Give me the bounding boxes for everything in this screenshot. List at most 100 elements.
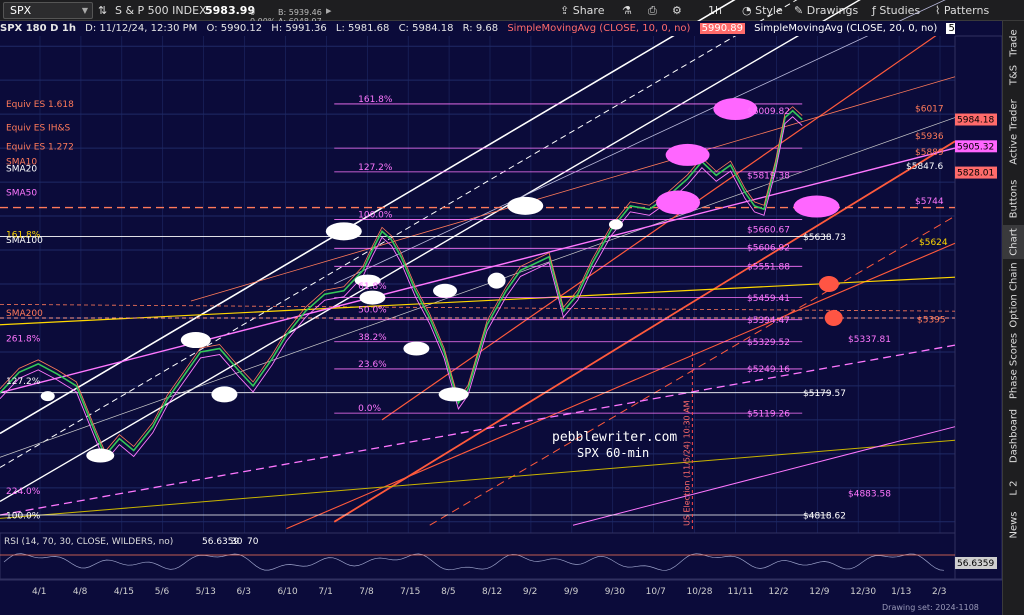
rsi-label: RSI (14, 70, 30, CLOSE, WILDERS, no) — [4, 537, 173, 547]
x-tick-label: 4/8 — [73, 587, 88, 597]
left-level-label: Equiv ES 1.272 — [6, 142, 74, 152]
annotation-ellipse — [608, 219, 623, 230]
annotation-ellipse — [40, 391, 55, 402]
x-tick-label: 9/9 — [564, 587, 579, 597]
fib-percent-label: 100.0% — [358, 210, 393, 220]
price-axis-badge-label: 5984.18 — [957, 116, 994, 126]
annotation-ellipse — [818, 276, 839, 292]
price-level-label: $5660.67 — [747, 225, 790, 235]
x-tick-label: 4/15 — [114, 587, 134, 597]
price-level-label: $5889 — [915, 148, 944, 158]
x-tick-label: 9/2 — [523, 587, 537, 597]
tab-chart[interactable]: Chart — [1003, 225, 1024, 259]
annotation-ellipse — [211, 386, 238, 403]
price-chart[interactable]: 6200610060005900580057005600550054005300… — [0, 0, 1002, 615]
price-level-label: $5337.81 — [848, 335, 891, 345]
price-level-label: $5394.47 — [747, 316, 790, 326]
bar-low: L: 5981.68 — [335, 23, 390, 34]
annotation-ellipse — [325, 222, 362, 241]
price-level-label: $5638.73 — [803, 233, 846, 243]
tab-trade[interactable]: Trade — [1003, 27, 1024, 59]
drawing-set-label: Drawing set: 2024-1108 — [882, 603, 979, 612]
left-level-label: 261.8% — [6, 334, 41, 344]
x-tick-label: 8/5 — [441, 587, 455, 597]
left-level-label: 127.2% — [6, 377, 41, 387]
x-tick-label: 9/30 — [605, 587, 625, 597]
x-tick-label: 7/1 — [318, 587, 332, 597]
price-level-label: $5819.38 — [747, 171, 790, 181]
left-level-label: Equiv ES IH&S — [6, 124, 70, 134]
tab-phase-scores[interactable]: Phase Scores — [1003, 331, 1024, 401]
annotation-ellipse — [359, 290, 386, 305]
bar-open: O: 5990.12 — [206, 23, 263, 34]
price-level-label: $5119.26 — [747, 409, 790, 419]
bar-date: D: 11/12/24, 12:30 PM — [85, 23, 198, 34]
annotation-ellipse — [793, 195, 840, 218]
left-level-label: 100.0% — [6, 512, 41, 522]
x-tick-label: 12/30 — [850, 587, 876, 597]
fib-percent-label: 23.6% — [358, 360, 387, 370]
price-level-label: $5249.16 — [747, 365, 790, 375]
sma10-label[interactable]: SimpleMovingAvg (CLOSE, 10, 0, no) — [507, 23, 690, 34]
chart-title: SPX 180 D 1h — [0, 23, 76, 34]
left-level-label: SMA200 — [6, 309, 43, 319]
x-tick-label: 2/3 — [932, 587, 946, 597]
bar-close: C: 5984.18 — [398, 23, 454, 34]
tab-dashboard[interactable]: Dashboard — [1003, 401, 1024, 471]
fib-percent-label: 38.2% — [358, 333, 387, 343]
x-tick-label: 1/13 — [891, 587, 911, 597]
price-level-label: $4883.58 — [848, 489, 891, 499]
annotation-ellipse — [487, 272, 506, 289]
x-tick-label: 7/8 — [359, 587, 374, 597]
annotation-ellipse — [824, 309, 843, 326]
price-level-label: $6017 — [915, 104, 944, 114]
tab-news[interactable]: News — [1003, 505, 1024, 545]
sma20-label[interactable]: SimpleMovingAvg (CLOSE, 20, 0, no) — [754, 23, 937, 34]
x-tick-label: 11/11 — [727, 587, 753, 597]
tab-active-trader[interactable]: Active Trader — [1003, 91, 1024, 173]
left-level-label: Equiv ES 1.618 — [6, 100, 74, 110]
annotation-ellipse — [438, 387, 469, 402]
study-info-bar: SPX 180 D 1h D: 11/12/24, 12:30 PM O: 59… — [0, 21, 955, 36]
x-tick-label: 8/12 — [482, 587, 502, 597]
left-level-label: SMA20 — [6, 164, 37, 174]
rsi-threshold-high: 70 — [247, 537, 259, 547]
x-tick-label: 7/15 — [400, 587, 420, 597]
x-tick-label: 12/9 — [809, 587, 829, 597]
annotation-ellipse — [507, 196, 544, 215]
time-axis — [0, 580, 1002, 615]
annotation-ellipse — [656, 190, 701, 215]
right-sidebar-tabs: Trade T&S Active Trader Buttons Chart Option … — [1002, 21, 1024, 615]
price-level-label: $5551.88 — [747, 262, 790, 272]
price-level-label: $6009.82 — [747, 107, 790, 117]
watermark-site: pebblewriter.com — [552, 430, 677, 445]
tab-option-chain[interactable]: Option Chain — [1003, 259, 1024, 331]
price-axis-badge-label: 5828.01 — [957, 169, 994, 179]
fib-percent-label: 61.8% — [358, 282, 387, 292]
election-label: US Election (11/5/24) 10:30 AM — [682, 400, 691, 526]
x-tick-label: 4/1 — [32, 587, 46, 597]
tab-t-s[interactable]: T&S — [1003, 59, 1024, 91]
bar-high: H: 5991.36 — [271, 23, 327, 34]
annotation-ellipse — [180, 332, 211, 349]
tab-l-2[interactable]: L 2 — [1003, 471, 1024, 505]
price-level-label: $5606.92 — [747, 244, 790, 254]
sma20-value: 5995.67 — [946, 23, 955, 34]
x-tick-label: 12/2 — [768, 587, 788, 597]
x-tick-label: 5/6 — [155, 587, 170, 597]
price-level-label: $5179.57 — [803, 389, 846, 399]
fib-percent-label: 161.8% — [358, 95, 393, 105]
x-tick-label: 10/28 — [687, 587, 713, 597]
x-tick-label: 5/13 — [196, 587, 216, 597]
price-level-label: $5459.41 — [747, 294, 790, 304]
tab-buttons[interactable]: Buttons — [1003, 173, 1024, 225]
chart-app: SPX ▼ ⇅ S & P 500 INDEX 5983.99 0 0.00% … — [0, 0, 1024, 615]
price-level-label: $5847.6 — [906, 162, 943, 172]
rsi-threshold-low: 30 — [231, 537, 243, 547]
price-level-label: $5936 — [915, 132, 944, 142]
annotation-ellipse — [433, 283, 458, 298]
left-level-label: SMA100 — [6, 236, 43, 246]
left-level-label: SMA50 — [6, 188, 37, 198]
x-tick-label: 10/7 — [646, 587, 666, 597]
annotation-ellipse — [665, 143, 710, 166]
